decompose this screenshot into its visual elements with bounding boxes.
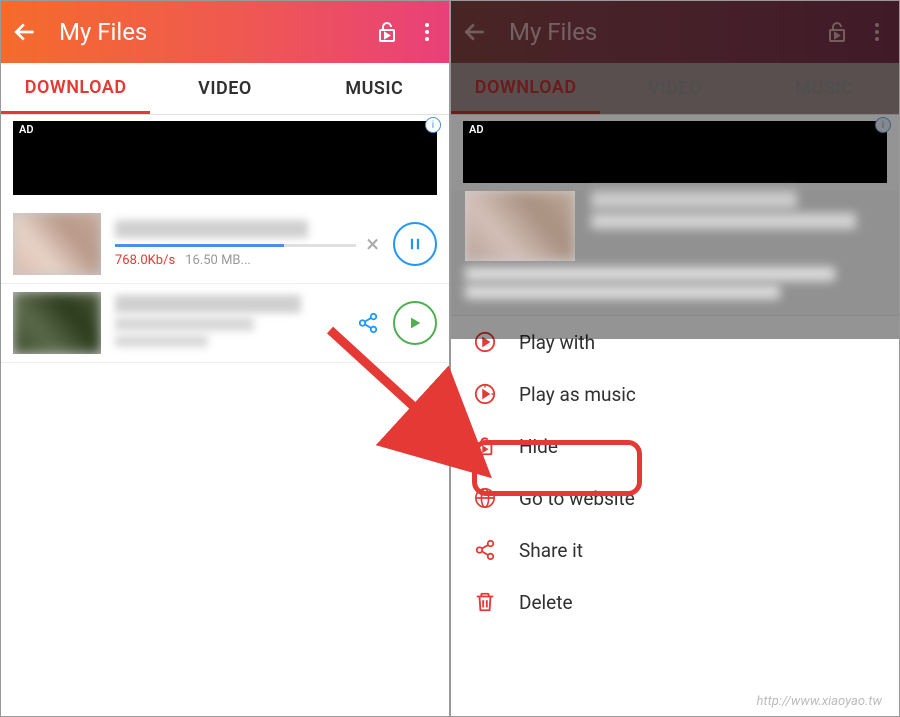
ad-label: AD bbox=[463, 121, 490, 138]
item-body bbox=[115, 295, 347, 351]
ad-label: AD bbox=[13, 121, 40, 138]
ad-banner[interactable]: AD i bbox=[463, 121, 887, 183]
app-header: My Files bbox=[451, 1, 899, 63]
progress-bar bbox=[115, 244, 356, 247]
share-icon bbox=[473, 538, 497, 562]
tab-bar: DOWNLOAD VIDEO MUSIC bbox=[1, 63, 449, 115]
watermark: http://www.xiaoyao.tw bbox=[757, 694, 883, 709]
selected-item bbox=[451, 191, 899, 316]
share-icon[interactable] bbox=[357, 312, 379, 334]
lock-icon[interactable] bbox=[825, 20, 849, 44]
cancel-button[interactable]: × bbox=[366, 230, 379, 258]
play-clock-icon bbox=[473, 382, 497, 406]
item-meta-blurred bbox=[465, 285, 780, 299]
back-icon[interactable] bbox=[463, 19, 489, 45]
item-title-blurred bbox=[115, 295, 301, 313]
lock-icon[interactable] bbox=[375, 20, 399, 44]
menu-share-it[interactable]: Share it bbox=[451, 524, 899, 576]
item-title-blurred bbox=[115, 220, 308, 238]
menu-label: Delete bbox=[519, 591, 573, 614]
trash-icon bbox=[473, 590, 497, 614]
download-size: 16.50 MB... bbox=[185, 253, 251, 268]
screen-left: My Files DOWNLOAD VIDEO MUSIC AD i 768.0… bbox=[0, 0, 450, 717]
item-body: 768.0Kb/s 16.50 MB... bbox=[115, 220, 356, 268]
context-menu: Play with Play as music Hide Go to websi… bbox=[451, 316, 899, 628]
download-item-complete[interactable] bbox=[1, 284, 449, 363]
menu-play-as-music[interactable]: Play as music bbox=[451, 368, 899, 420]
page-title: My Files bbox=[59, 18, 375, 46]
menu-delete[interactable]: Delete bbox=[451, 576, 899, 628]
ad-banner[interactable]: AD i bbox=[13, 121, 437, 195]
play-button[interactable] bbox=[393, 301, 437, 345]
tab-download[interactable]: DOWNLOAD bbox=[1, 63, 150, 114]
screen-right: My Files DOWNLOAD VIDEO MUSIC AD i bbox=[450, 0, 900, 717]
thumbnail bbox=[13, 213, 101, 275]
item-meta-blurred bbox=[465, 267, 835, 281]
download-item-active[interactable]: 768.0Kb/s 16.50 MB... × bbox=[1, 205, 449, 284]
menu-label: Hide bbox=[519, 435, 558, 458]
download-speed: 768.0Kb/s bbox=[115, 253, 175, 268]
item-subtitle-blurred bbox=[591, 213, 856, 229]
ad-info-icon[interactable]: i bbox=[875, 117, 891, 133]
item-meta-blurred bbox=[115, 335, 208, 347]
pause-button[interactable] bbox=[393, 222, 437, 266]
item-subtitle-blurred bbox=[115, 317, 254, 331]
app-header: My Files bbox=[1, 1, 449, 63]
tab-download[interactable]: DOWNLOAD bbox=[451, 63, 600, 114]
thumbnail bbox=[13, 292, 101, 354]
globe-icon bbox=[473, 486, 497, 510]
tab-bar: DOWNLOAD VIDEO MUSIC bbox=[451, 63, 899, 115]
thumbnail bbox=[465, 191, 575, 261]
menu-go-to-website[interactable]: Go to website bbox=[451, 472, 899, 524]
menu-label: Play with bbox=[519, 331, 595, 354]
tab-music[interactable]: MUSIC bbox=[300, 63, 449, 114]
tab-music[interactable]: MUSIC bbox=[750, 63, 899, 114]
tab-video[interactable]: VIDEO bbox=[600, 63, 749, 114]
menu-label: Play as music bbox=[519, 383, 636, 406]
menu-play-with[interactable]: Play with bbox=[451, 316, 899, 368]
tab-video[interactable]: VIDEO bbox=[150, 63, 299, 114]
back-icon[interactable] bbox=[13, 19, 39, 45]
item-title-blurred bbox=[591, 191, 797, 209]
menu-label: Share it bbox=[519, 539, 583, 562]
page-title: My Files bbox=[509, 18, 825, 46]
menu-label: Go to website bbox=[519, 487, 635, 510]
lock-open-icon bbox=[473, 434, 497, 458]
menu-hide[interactable]: Hide bbox=[451, 420, 899, 472]
more-icon[interactable] bbox=[417, 22, 437, 42]
more-icon[interactable] bbox=[867, 22, 887, 42]
ad-info-icon[interactable]: i bbox=[425, 117, 441, 133]
play-circle-icon bbox=[473, 330, 497, 354]
